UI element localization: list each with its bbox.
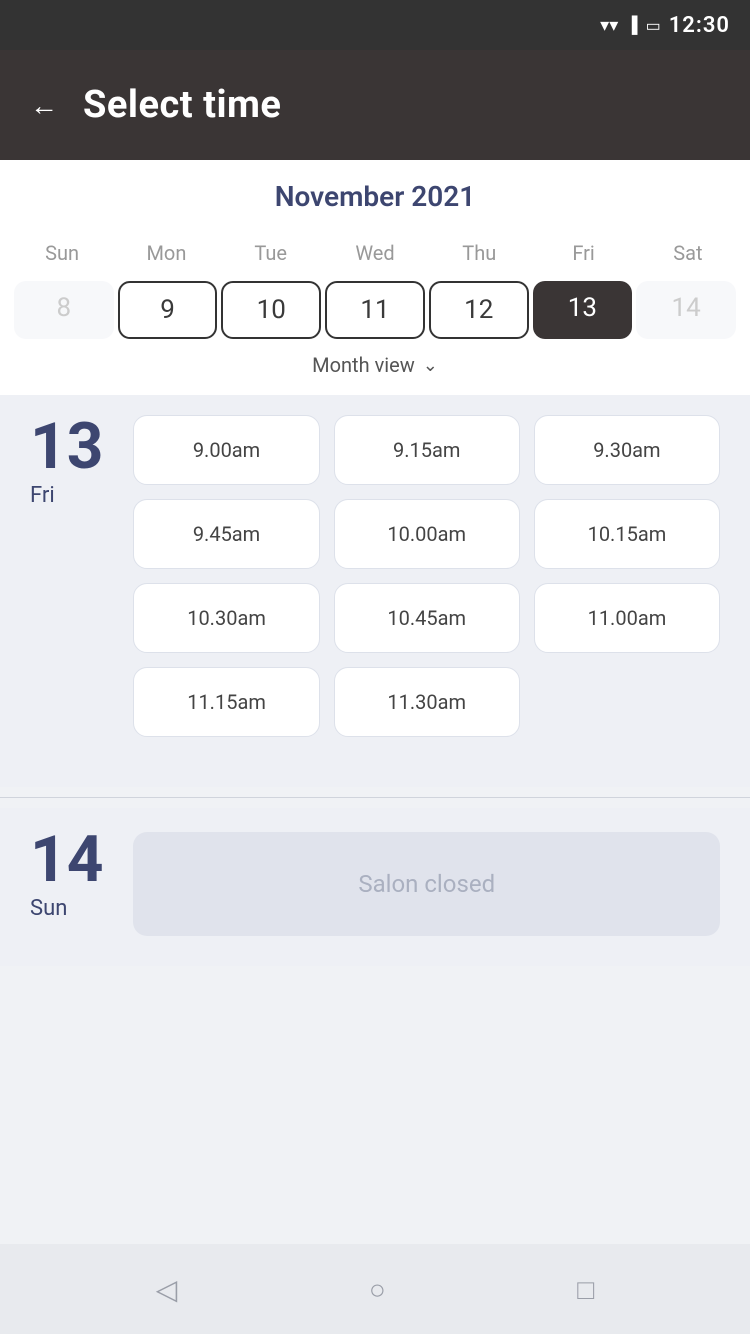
weekday-thu: Thu [427, 233, 531, 273]
weekday-tue: Tue [219, 233, 323, 273]
month-view-label: Month view [312, 353, 415, 377]
day-10[interactable]: 10 [221, 281, 321, 339]
weekday-fri: Fri [531, 233, 635, 273]
time-slot-945[interactable]: 9.45am [133, 499, 319, 569]
chevron-down-icon: ⌄ [423, 355, 438, 376]
time-grid-13: 9.00am 9.15am 9.30am 9.45am 10.00am 10.1… [133, 415, 720, 737]
header: ← Select time [0, 50, 750, 160]
time-slot-1100[interactable]: 11.00am [534, 583, 720, 653]
home-nav-icon[interactable]: ○ [369, 1273, 386, 1306]
time-slot-1115[interactable]: 11.15am [133, 667, 319, 737]
calendar-section: November 2021 Sun Mon Tue Wed Thu Fri Sa… [0, 160, 750, 395]
weekday-mon: Mon [114, 233, 218, 273]
day13-info: 13 Fri [30, 415, 103, 508]
time-slot-930[interactable]: 9.30am [534, 415, 720, 485]
day-9[interactable]: 9 [118, 281, 218, 339]
recent-nav-icon[interactable]: □ [577, 1273, 594, 1306]
weekday-sat: Sat [636, 233, 740, 273]
time-slot-1000[interactable]: 10.00am [334, 499, 520, 569]
wifi-icon: ▾▾ [600, 15, 618, 36]
weekday-sun: Sun [10, 233, 114, 273]
day-13[interactable]: 13 [533, 281, 633, 339]
page-title: Select time [83, 83, 281, 127]
status-bar: ▾▾ ▐ ▭ 12:30 [0, 0, 750, 50]
day13-header: 13 Fri 9.00am 9.15am 9.30am 9.45am 10.00… [30, 415, 720, 737]
day13-number: 13 [30, 415, 103, 479]
weekday-wed: Wed [323, 233, 427, 273]
day-8[interactable]: 8 [14, 281, 114, 339]
back-button[interactable]: ← [30, 89, 58, 122]
day14-number: 14 [30, 828, 103, 892]
time-slot-900[interactable]: 9.00am [133, 415, 319, 485]
time-slot-1030[interactable]: 10.30am [133, 583, 319, 653]
month-year: November 2021 [10, 180, 740, 213]
day-12[interactable]: 12 [429, 281, 529, 339]
signal-icon: ▐ [626, 15, 637, 35]
day-11[interactable]: 11 [325, 281, 425, 339]
section-divider [0, 797, 750, 798]
day13-name: Fri [30, 483, 103, 508]
day13-section: 13 Fri 9.00am 9.15am 9.30am 9.45am 10.00… [0, 395, 750, 787]
day14-header: 14 Sun Salon closed [30, 828, 720, 936]
time-slot-1045[interactable]: 10.45am [334, 583, 520, 653]
time-slot-915[interactable]: 9.15am [334, 415, 520, 485]
day14-section: 14 Sun Salon closed [0, 808, 750, 966]
days-row: 8 9 10 11 12 13 14 [10, 281, 740, 339]
status-icons: ▾▾ ▐ ▭ 12:30 [600, 13, 730, 38]
status-time: 12:30 [669, 13, 730, 38]
back-nav-icon[interactable]: ◁ [156, 1273, 178, 1306]
month-view-toggle[interactable]: Month view ⌄ [10, 339, 740, 385]
day-14[interactable]: 14 [636, 281, 736, 339]
day14-info: 14 Sun [30, 828, 103, 921]
battery-icon: ▭ [646, 16, 661, 35]
time-slot-1015[interactable]: 10.15am [534, 499, 720, 569]
time-slot-1130[interactable]: 11.30am [334, 667, 520, 737]
salon-closed-box: Salon closed [133, 832, 720, 936]
bottom-nav: ◁ ○ □ [0, 1244, 750, 1334]
day14-name: Sun [30, 896, 103, 921]
weekday-row: Sun Mon Tue Wed Thu Fri Sat [10, 233, 740, 273]
